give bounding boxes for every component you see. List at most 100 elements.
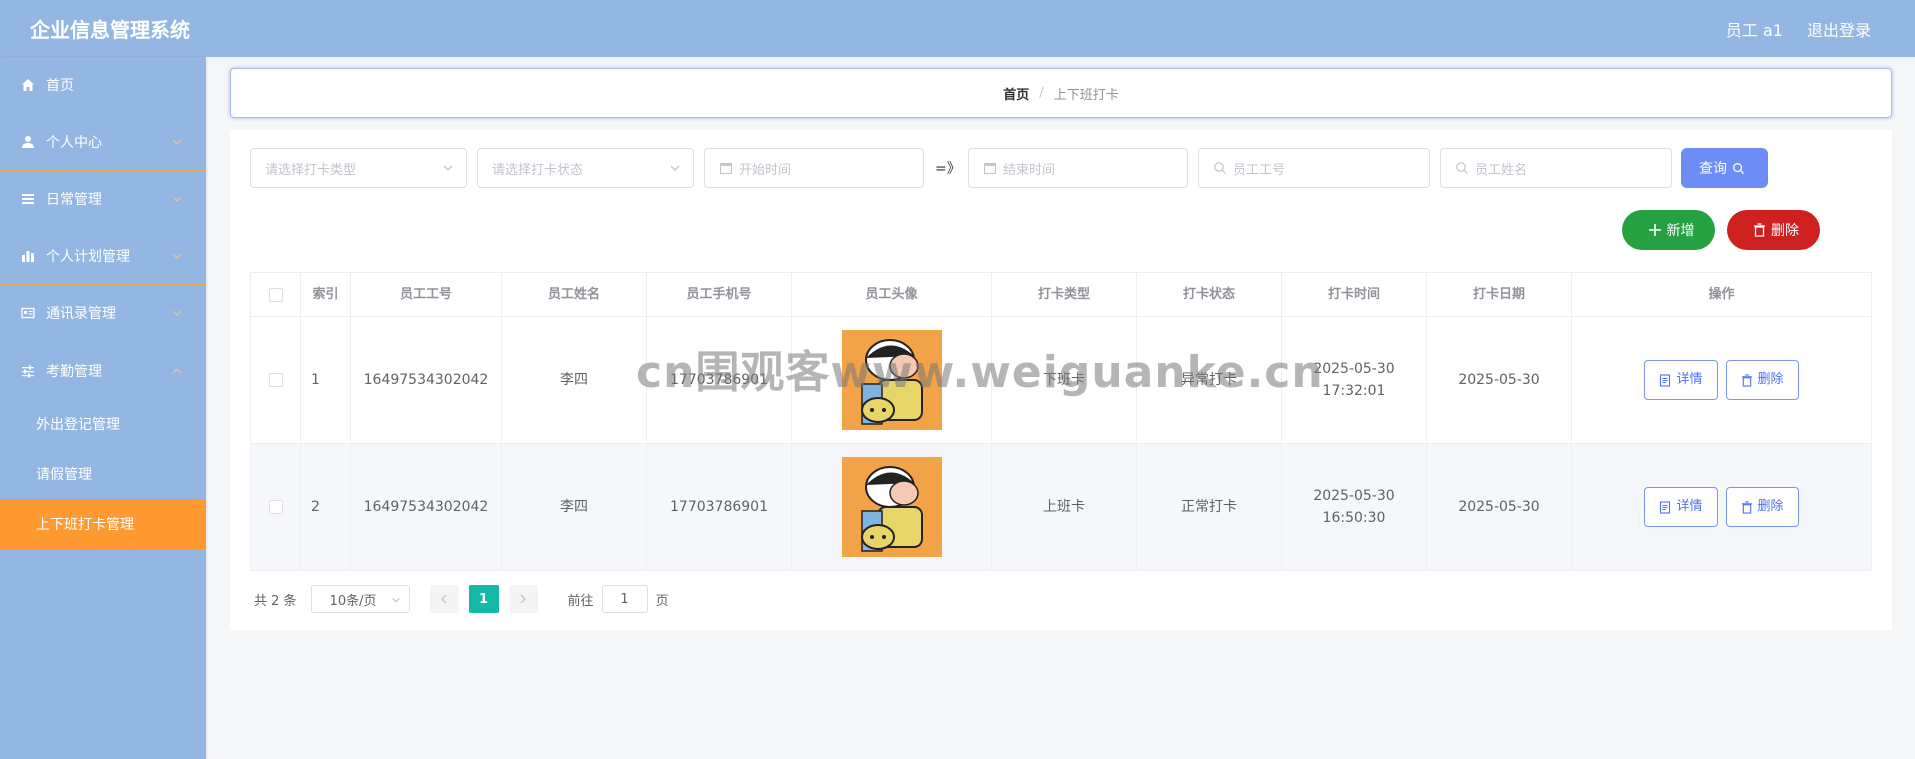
column-header: 员工头像 (792, 273, 992, 316)
chevron-down-icon (443, 165, 453, 171)
chevron-down-icon (170, 135, 184, 149)
chevron-up-icon (170, 364, 184, 378)
cell-avatar (792, 317, 992, 443)
sidebar-subitem-leave[interactable]: 请假管理 (0, 449, 206, 499)
sidebar-item-personal-center[interactable]: 个人中心 (0, 114, 206, 171)
cell-index: 1 (301, 317, 351, 443)
clock-in-table: 索引 员工工号 员工姓名 员工手机号 员工头像 打卡类型 打卡状态 打卡时间 打… (250, 272, 1872, 571)
avatar[interactable] (841, 330, 942, 430)
cell-employee-no: 16497534302042 (351, 444, 502, 570)
chevron-left-icon (441, 594, 447, 604)
row-delete-button[interactable]: 删除 (1725, 487, 1799, 527)
sidebar-subitem-clock-in[interactable]: 上下班打卡管理 (0, 499, 206, 549)
row-delete-label: 删除 (1757, 499, 1784, 514)
cell-clock-date: 2025-05-30 (1427, 317, 1572, 443)
batch-delete-button[interactable]: 删除 (1727, 210, 1820, 250)
current-user-label[interactable]: 员工 a1 (1726, 17, 1783, 41)
detail-button[interactable]: 详情 (1644, 360, 1718, 400)
cell-phone: 17703786901 (647, 444, 792, 570)
end-time-picker[interactable]: 结束时间 (968, 148, 1188, 188)
row-delete-label: 删除 (1757, 372, 1784, 387)
add-button-label: 新增 (1666, 223, 1695, 239)
trash-icon (1741, 373, 1752, 387)
detail-button-label: 详情 (1676, 372, 1703, 387)
query-button[interactable]: 查询 (1681, 148, 1768, 188)
plus-icon (1648, 224, 1661, 236)
page-size-select[interactable]: 10条/页 (310, 585, 410, 613)
cell-clock-time: 2025-05-30 17:32:01 (1282, 317, 1427, 443)
sidebar-item-daily[interactable]: 日常管理 (0, 171, 206, 228)
breadcrumb: 首页 / 上下班打卡 (230, 68, 1892, 118)
detail-button[interactable]: 详情 (1644, 487, 1718, 527)
sidebar-item-label: 考勤管理 (46, 363, 102, 380)
sidebar-item-home[interactable]: 首页 (0, 57, 206, 114)
calendar-icon (719, 161, 733, 175)
top-header: 企业信息管理系统 员工 a1 退出登录 (0, 0, 1915, 57)
column-header: 打卡时间 (1282, 273, 1427, 316)
chevron-down-icon (170, 249, 184, 263)
sidebar-subitem-outing[interactable]: 外出登记管理 (0, 399, 206, 449)
detail-button-label: 详情 (1676, 499, 1703, 514)
select-all-cell (251, 273, 301, 316)
pagination: 共 2 条 10条/页 1 前往 1 页 (254, 585, 669, 613)
page-size-value: 10条/页 (329, 593, 377, 609)
goto-page-input[interactable]: 1 (601, 585, 648, 613)
employee-name-input[interactable]: 员工姓名 (1440, 148, 1672, 188)
document-icon (1660, 500, 1671, 514)
employee-no-input[interactable]: 员工工号 (1198, 148, 1430, 188)
column-header: 打卡日期 (1427, 273, 1572, 316)
breadcrumb-home[interactable]: 首页 (1003, 84, 1029, 103)
table-row: 2 16497534302042 李四 17703786901 上班卡 正常打卡… (251, 444, 1871, 571)
clock-status-placeholder: 请选择打卡状态 (492, 162, 584, 178)
user-icon (20, 134, 36, 150)
sidebar-item-label: 个人计划管理 (46, 249, 130, 265)
end-time-placeholder: 结束时间 (1003, 162, 1056, 178)
cell-clock-type: 下班卡 (992, 317, 1137, 443)
row-select-cell (251, 444, 301, 570)
clock-type-placeholder: 请选择打卡类型 (265, 162, 357, 178)
search-icon (1455, 161, 1469, 175)
page-number-current[interactable]: 1 (468, 585, 499, 613)
employee-no-placeholder: 员工工号 (1233, 162, 1286, 178)
cell-employee-name: 李四 (502, 444, 647, 570)
sidebar-item-attendance[interactable]: 考勤管理 (0, 342, 206, 399)
column-header: 索引 (301, 273, 351, 316)
search-icon (1213, 161, 1227, 175)
sidebar-item-label: 通讯录管理 (46, 306, 116, 322)
column-header: 打卡类型 (992, 273, 1137, 316)
row-delete-button[interactable]: 删除 (1725, 360, 1799, 400)
goto-suffix: 页 (655, 593, 669, 609)
avatar[interactable] (841, 457, 942, 557)
sidebar-item-contacts[interactable]: 通讯录管理 (0, 285, 206, 342)
calendar-icon (983, 161, 997, 175)
app-title: 企业信息管理系统 (30, 18, 190, 42)
chevron-down-icon (170, 192, 184, 206)
column-header: 操作 (1708, 286, 1735, 302)
prev-page-button[interactable] (429, 585, 459, 613)
next-page-button[interactable] (508, 585, 538, 613)
chevron-down-icon (670, 165, 680, 171)
start-time-picker[interactable]: 开始时间 (704, 148, 924, 188)
pagination-total: 共 2 条 (254, 593, 297, 609)
logout-link[interactable]: 退出登录 (1807, 17, 1871, 41)
select-all-checkbox[interactable] (268, 287, 283, 302)
card-icon (20, 305, 36, 321)
trash-icon (1741, 500, 1752, 514)
trash-icon (1754, 223, 1765, 237)
row-checkbox[interactable] (268, 500, 283, 514)
add-button[interactable]: 新增 (1622, 210, 1715, 250)
table-header-row: 索引 员工工号 员工姓名 员工手机号 员工头像 打卡类型 打卡状态 打卡时间 打… (251, 273, 1871, 317)
cell-phone: 17703786901 (647, 317, 792, 443)
date-range-separator: =》 (935, 161, 961, 177)
row-checkbox[interactable] (268, 373, 283, 387)
breadcrumb-current: 上下班打卡 (1053, 87, 1119, 103)
row-select-cell (251, 317, 301, 443)
cell-employee-name: 李四 (502, 317, 647, 443)
sidebar-item-plan[interactable]: 个人计划管理 (0, 228, 206, 285)
cell-index: 2 (301, 444, 351, 570)
clock-status-select[interactable]: 请选择打卡状态 (477, 148, 694, 188)
start-time-placeholder: 开始时间 (739, 162, 792, 178)
clock-type-select[interactable]: 请选择打卡类型 (250, 148, 467, 188)
sliders-icon (20, 363, 36, 379)
sidebar-menu: 首页 个人中心 日常管理 个人计划管理 通讯录管理 考勤管理 外出登记管理 请假… (0, 57, 206, 759)
